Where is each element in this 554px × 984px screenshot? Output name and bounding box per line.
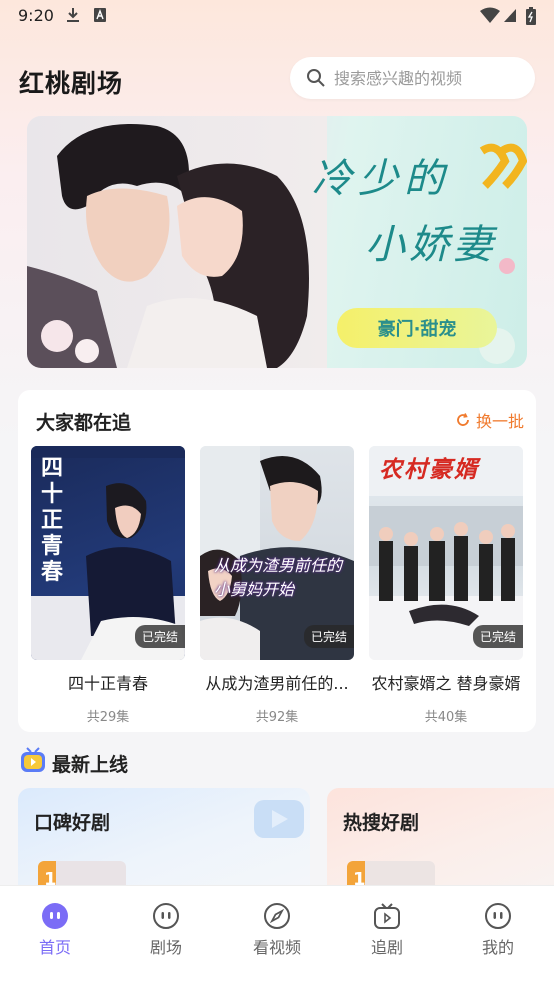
episode-count: 共29集 — [86, 710, 130, 725]
tv-icon — [374, 903, 400, 929]
nav-label: 我的 — [481, 938, 514, 957]
banner-title-line2: 小娇妻 — [365, 222, 497, 268]
nav-profile[interactable]: 我的 — [448, 902, 548, 958]
drama-card[interactable]: 四十正青春 已完结 四十正青春 共29集 — [31, 446, 185, 725]
drama-card[interactable]: 从成为渣男前任的小舅妈开始 已完结 从成为渣男前任的... 共92集 — [200, 446, 354, 725]
drama-poster[interactable]: 农村豪婿 已完结 — [369, 446, 523, 660]
nav-follow[interactable]: 追剧 — [337, 902, 437, 958]
drama-name: 农村豪婿之 替身豪婿 — [371, 674, 521, 693]
ranking-card-reputation[interactable]: 口碑好剧 1 — [18, 788, 310, 901]
profile-face-icon — [485, 903, 511, 929]
ranking-card-title: 口碑好剧 — [34, 812, 111, 834]
app-title: 红桃剧场 — [19, 69, 124, 98]
drama-poster[interactable]: 四十正青春 已完结 — [31, 446, 185, 660]
nav-label: 追剧 — [370, 938, 403, 957]
drama-poster[interactable]: 从成为渣男前任的小舅妈开始 已完结 — [200, 446, 354, 660]
status-badge: 已完结 — [134, 625, 185, 648]
compass-icon — [264, 903, 290, 929]
poster-title-text: 农村豪婿 — [379, 457, 479, 483]
status-bar: 9:20 — [0, 0, 554, 32]
section-title: 最新上线 — [52, 754, 129, 776]
a-badge-icon — [94, 8, 106, 22]
nav-theater[interactable]: 剧场 — [116, 902, 216, 958]
drama-name: 从成为渣男前任的... — [205, 674, 349, 693]
nav-home[interactable]: 首页 — [5, 902, 105, 958]
tv-icon — [21, 747, 45, 772]
episode-count: 共92集 — [255, 710, 299, 725]
banner-title-line1: 冷少的 — [312, 156, 450, 202]
poster-title-text: 从成为渣男前任的小舅妈开始 — [214, 556, 343, 599]
nav-label: 看视频 — [252, 938, 301, 957]
search-bar[interactable] — [290, 57, 535, 99]
status-time: 9:20 — [18, 6, 54, 25]
trending-section: 大家都在追 换一批 四十正青春 已完结 四十正青春 共29集 从成为渣男前任的小… — [18, 390, 536, 732]
refresh-label: 换一批 — [475, 412, 524, 431]
nav-watch-video[interactable]: 看视频 — [227, 902, 327, 958]
poster-title-text: 四十正青春 — [41, 456, 64, 585]
search-icon — [307, 69, 325, 87]
featured-banner[interactable]: 冷少的 小娇妻 豪门·甜宠 — [27, 116, 527, 368]
battery-icon — [526, 7, 536, 25]
search-input[interactable] — [334, 68, 514, 88]
drama-name: 四十正青春 — [67, 674, 148, 693]
tv-watermark-icon — [254, 800, 304, 838]
nav-label: 首页 — [38, 938, 71, 957]
home-face-icon — [42, 903, 68, 929]
download-icon — [67, 8, 79, 22]
ranking-card-hot-search[interactable]: 热搜好剧 1 — [327, 788, 554, 901]
refresh-icon — [457, 413, 469, 426]
signal-icon — [504, 9, 516, 22]
status-badge: 已完结 — [303, 625, 354, 648]
section-title: 大家都在追 — [36, 412, 132, 434]
theater-face-icon — [153, 903, 179, 929]
wifi-icon — [480, 7, 500, 23]
refresh-button[interactable]: 换一批 — [456, 408, 524, 432]
nav-label: 剧场 — [149, 938, 182, 957]
banner-genre-tag: 豪门·甜宠 — [337, 308, 497, 348]
episode-count: 共40集 — [424, 710, 468, 725]
bottom-nav: 首页 剧场 看视频 追剧 我的 — [0, 885, 554, 984]
ranking-card-title: 热搜好剧 — [343, 812, 420, 834]
status-badge: 已完结 — [472, 625, 523, 648]
drama-card[interactable]: 农村豪婿 已完结 农村豪婿之 替身豪婿 共40集 — [369, 446, 523, 725]
